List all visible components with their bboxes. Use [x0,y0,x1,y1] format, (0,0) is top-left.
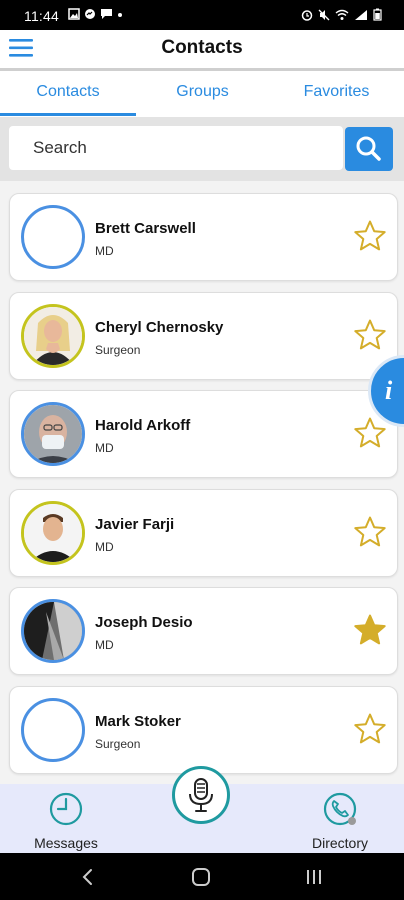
contact-name: Javier Farji [95,516,175,533]
search-button[interactable] [345,127,393,171]
contact-role: Surgeon [95,737,141,751]
system-navigation-bar [0,853,404,900]
contact-name: Harold Arkoff [95,417,191,434]
search-bar [0,117,404,181]
star-outline-icon[interactable] [353,515,387,549]
avatar-empty [21,205,85,269]
contact-name: Mark Stoker [95,713,181,730]
recents-icon[interactable] [304,867,324,887]
directory-label: Directory [311,835,368,851]
tab-contacts[interactable]: Contacts [0,83,136,101]
messages-tab[interactable]: Messages [30,790,102,851]
star-outline-icon[interactable] [353,318,387,352]
back-icon[interactable] [78,867,98,887]
chat-icon [101,9,112,19]
avatar-photo [21,304,85,368]
star-outline-icon[interactable] [353,712,387,746]
avatar-photo [21,402,85,466]
search-icon [356,136,381,161]
gallery-icon [68,8,80,20]
active-tab-indicator [0,113,136,116]
contact-role: MD [95,540,114,554]
search-input[interactable] [31,137,325,159]
messages-label: Messages [34,835,98,851]
mute-icon [318,9,330,20]
avatar-empty [21,698,85,762]
contact-card[interactable]: Cheryl Chernosky Surgeon [9,292,398,380]
messenger-icon [85,9,95,19]
contact-name: Brett Carswell [95,220,196,237]
wifi-icon [335,9,349,20]
contact-name: Joseph Desio [95,614,193,631]
status-time: 11:44 [24,8,59,24]
tab-favorites[interactable]: Favorites [269,83,404,101]
microphone-icon [189,778,213,812]
contact-role: MD [95,441,114,455]
info-icon: i [385,376,393,405]
contact-card[interactable]: Mark Stoker Surgeon [9,686,398,774]
contact-card[interactable]: Harold Arkoff MD [9,390,398,478]
avatar-photo [21,599,85,663]
avatar-photo [21,501,85,565]
status-bar: 11:44 [0,0,404,30]
star-outline-icon[interactable] [353,219,387,253]
search-box [9,126,343,170]
app-header: Contacts [0,30,404,71]
page-title: Contacts [161,37,243,58]
battery-icon [373,8,382,21]
alarm-icon [301,9,313,21]
contact-role: MD [95,244,114,258]
status-notification-icons [68,8,123,20]
contact-name: Cheryl Chernosky [95,319,224,336]
tab-groups[interactable]: Groups [136,83,269,101]
voice-button[interactable] [172,766,230,824]
home-icon[interactable] [190,867,212,887]
star-filled-icon[interactable] [353,613,387,647]
contact-card[interactable]: Brett Carswell MD [9,193,398,281]
clock-icon [49,792,83,826]
directory-tab[interactable]: Directory [302,790,378,851]
dot-icon [118,13,122,17]
status-system-icons [301,8,382,21]
phone-icon [323,792,357,826]
signal-icon [355,9,367,20]
tab-bar: Contacts Groups Favorites [0,71,404,118]
contact-role: Surgeon [95,343,141,357]
contact-card[interactable]: Joseph Desio MD [9,587,398,675]
star-outline-icon[interactable] [353,416,387,450]
contact-role: MD [95,638,114,652]
contact-card[interactable]: Javier Farji MD [9,489,398,577]
